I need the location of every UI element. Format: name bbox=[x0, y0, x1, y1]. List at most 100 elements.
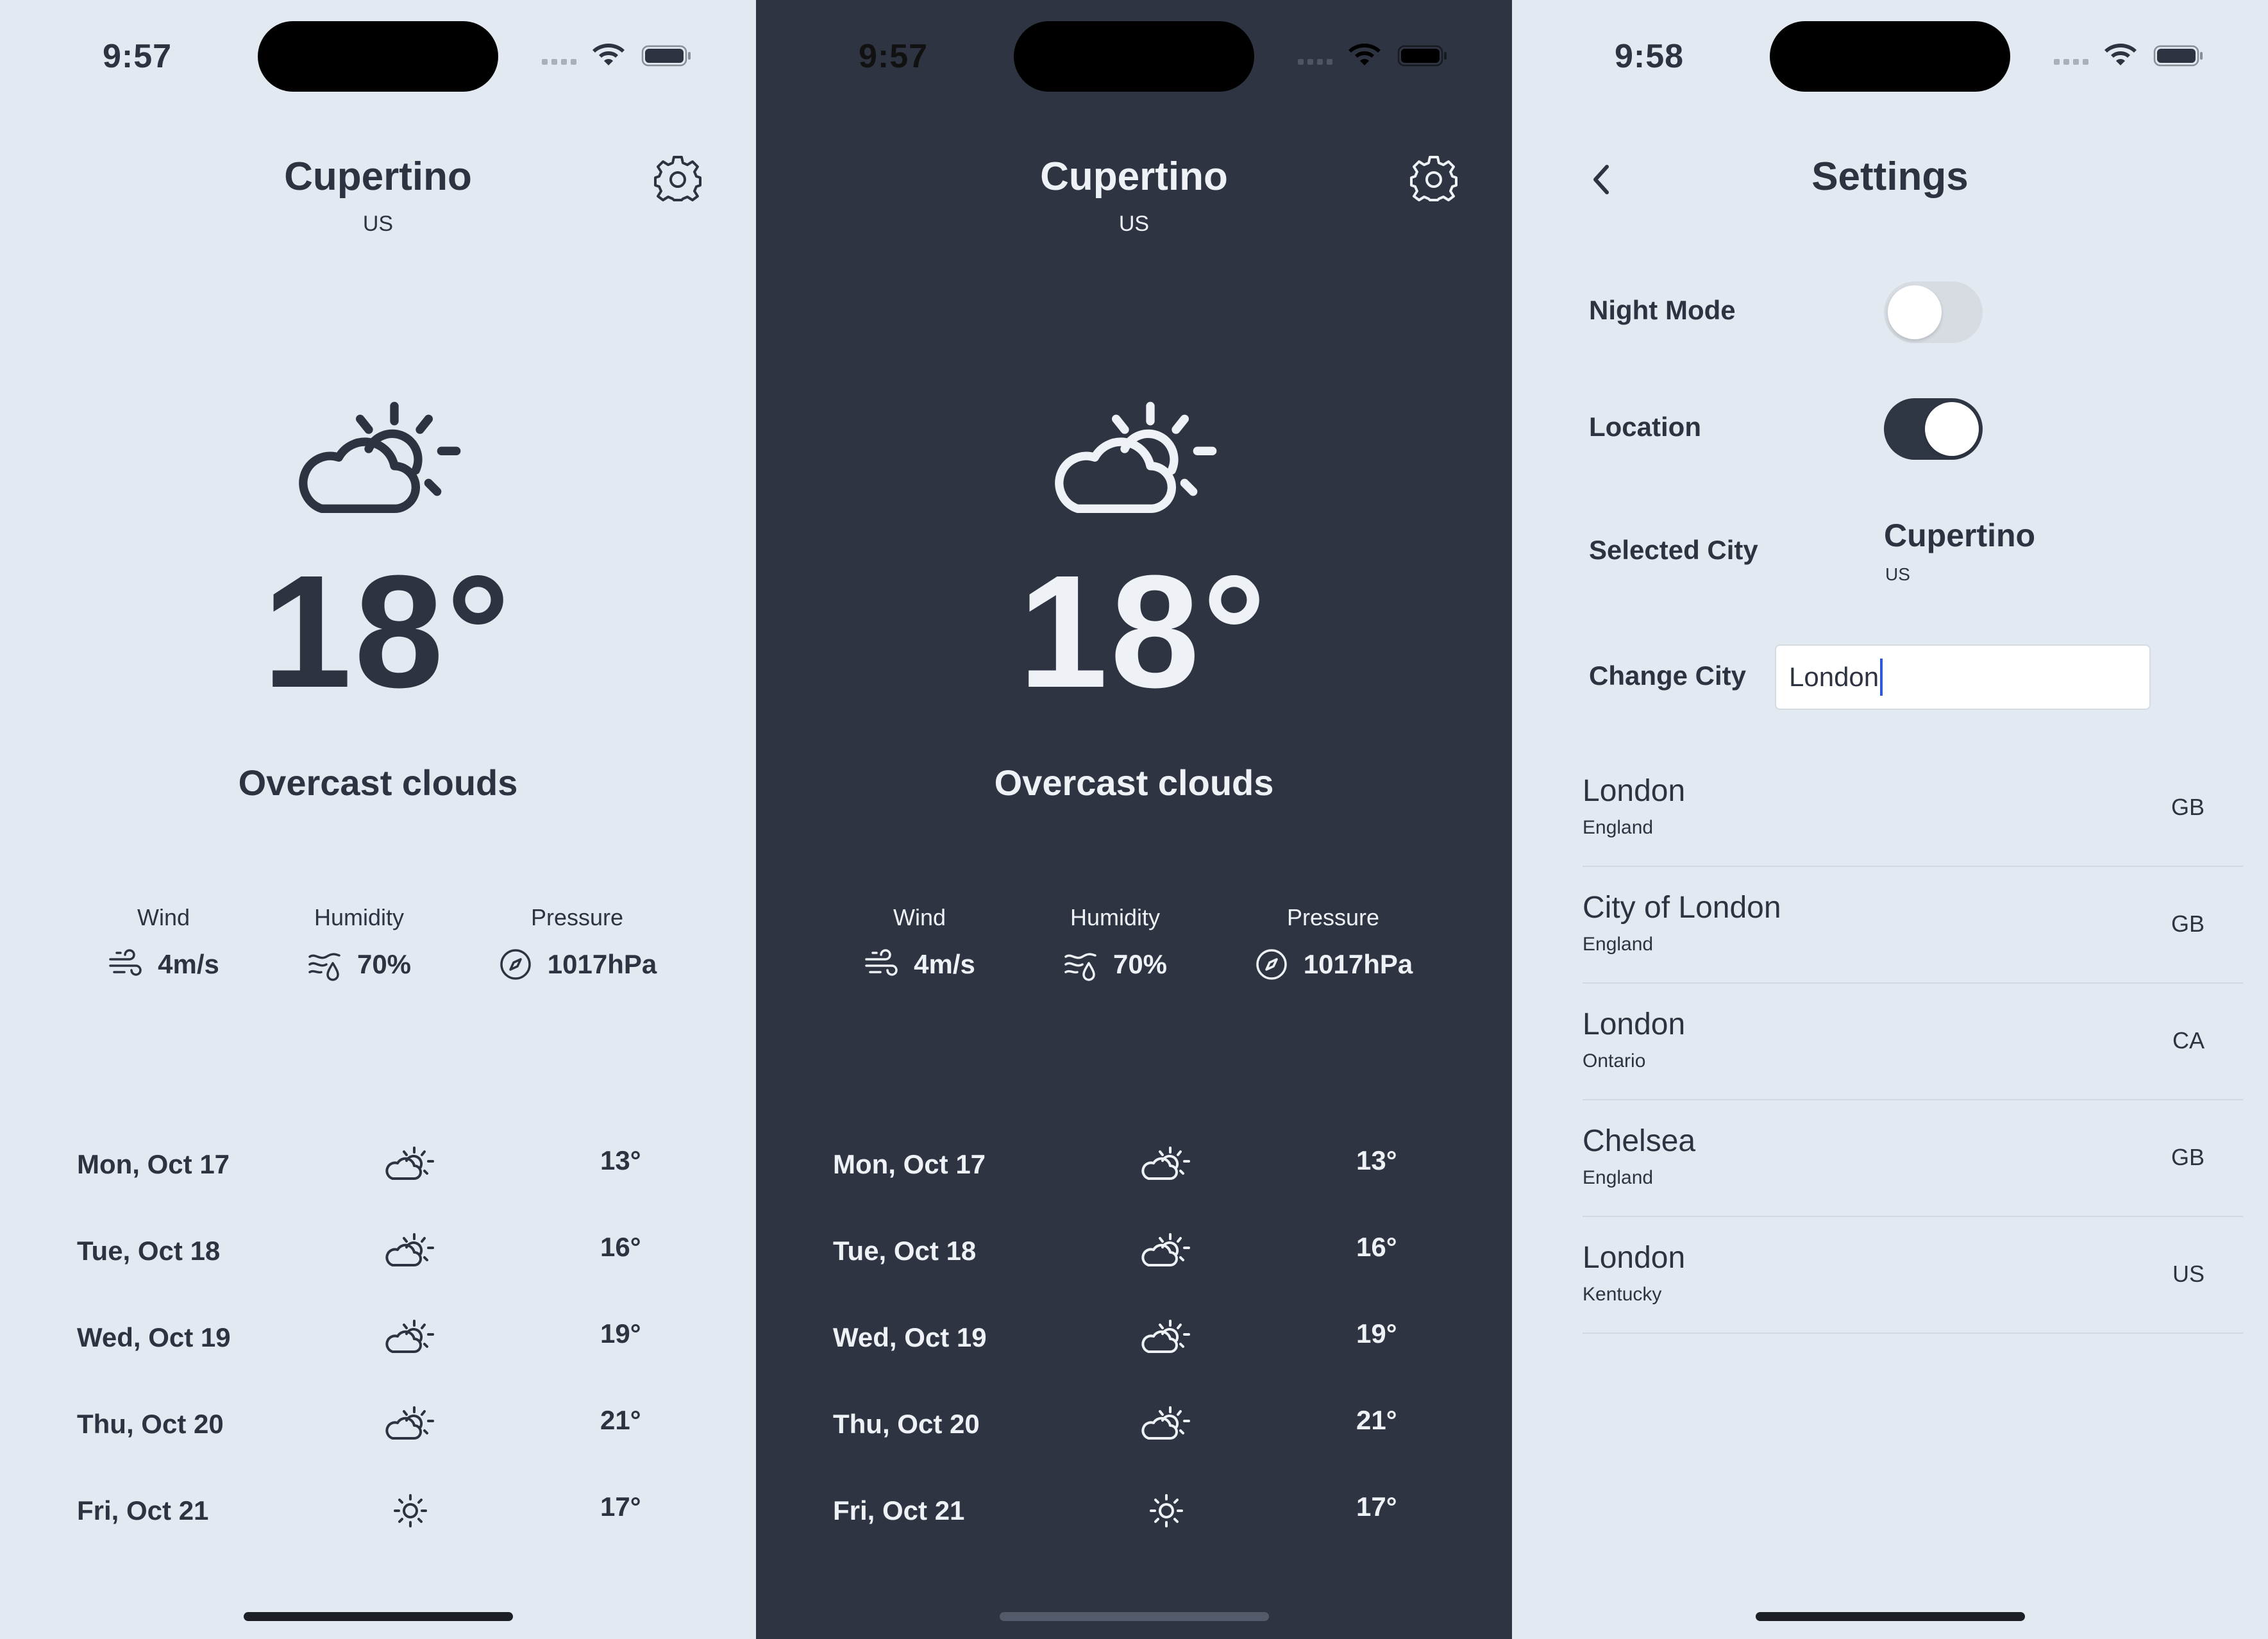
result-region: England bbox=[1583, 1167, 1654, 1188]
forecast-row: Mon, Oct 17 13° bbox=[756, 1129, 1512, 1215]
wind-icon bbox=[108, 946, 144, 982]
weather-condition: Overcast clouds bbox=[238, 762, 518, 803]
forecast-row: Thu, Oct 20 21° bbox=[0, 1388, 756, 1475]
forecast-temp: 21° bbox=[600, 1405, 641, 1435]
forecast-row: Mon, Oct 17 13° bbox=[0, 1129, 756, 1215]
humidity-stat: Humidity 70% bbox=[1051, 904, 1179, 982]
humidity-value: 70% bbox=[1113, 949, 1168, 979]
result-country-code: GB bbox=[2171, 911, 2205, 937]
selected-city-label: Selected City bbox=[1589, 535, 1758, 565]
home-indicator[interactable] bbox=[1000, 1612, 1269, 1621]
pressure-label: Pressure bbox=[530, 904, 624, 930]
partly-cloudy-icon bbox=[385, 1318, 436, 1357]
signal-icon bbox=[2054, 59, 2088, 65]
partly-cloudy-icon bbox=[1141, 1318, 1192, 1357]
humidity-stat: Humidity 70% bbox=[295, 904, 423, 982]
pressure-value: 1017hPa bbox=[1303, 949, 1413, 979]
pressure-stat: Pressure 1017hPa bbox=[1250, 904, 1416, 982]
forecast-row: Fri, Oct 21 17° bbox=[0, 1475, 756, 1561]
signal-icon bbox=[1298, 59, 1332, 65]
sun-icon bbox=[1141, 1492, 1192, 1530]
list-item[interactable]: Chelsea England GB bbox=[1583, 1100, 2243, 1217]
partly-cloudy-icon bbox=[385, 1145, 436, 1184]
list-item[interactable]: City of London England GB bbox=[1583, 867, 2243, 984]
wind-stat: Wind 4m/s bbox=[96, 904, 231, 982]
compass-icon bbox=[1254, 946, 1289, 982]
forecast-temp: 16° bbox=[600, 1232, 641, 1262]
signal-icon bbox=[542, 59, 576, 65]
weather-condition: Overcast clouds bbox=[994, 762, 1274, 803]
list-item[interactable]: London Kentucky US bbox=[1583, 1217, 2243, 1334]
wifi-icon bbox=[591, 40, 626, 67]
result-city: Chelsea bbox=[1583, 1124, 1696, 1158]
list-item[interactable]: London England GB bbox=[1583, 750, 2243, 867]
current-temperature: 18° bbox=[1018, 542, 1269, 721]
home-indicator[interactable] bbox=[244, 1612, 513, 1621]
status-time: 9:57 bbox=[859, 38, 928, 75]
forecast-row: Tue, Oct 18 16° bbox=[0, 1215, 756, 1302]
forecast-temp: 13° bbox=[1356, 1145, 1397, 1175]
location-label: Location bbox=[1589, 412, 1701, 442]
forecast-temp: 21° bbox=[1356, 1405, 1397, 1435]
forecast-list: Mon, Oct 17 13° Tue, Oct 18 16° Wed, Oct… bbox=[756, 1129, 1512, 1561]
forecast-row: Fri, Oct 21 17° bbox=[756, 1475, 1512, 1561]
sun-icon bbox=[385, 1492, 436, 1530]
wind-icon bbox=[864, 946, 900, 982]
wind-label: Wind bbox=[893, 904, 946, 930]
pressure-stat: Pressure 1017hPa bbox=[494, 904, 660, 982]
forecast-day: Wed, Oct 19 bbox=[833, 1322, 987, 1352]
partly-cloudy-icon bbox=[1048, 398, 1227, 526]
result-country-code: US bbox=[2172, 1261, 2205, 1287]
forecast-temp: 17° bbox=[600, 1492, 641, 1522]
forecast-day: Thu, Oct 20 bbox=[77, 1409, 224, 1439]
forecast-day: Mon, Oct 17 bbox=[77, 1149, 230, 1179]
humidity-label: Humidity bbox=[314, 904, 405, 930]
forecast-row: Thu, Oct 20 21° bbox=[756, 1388, 1512, 1475]
weather-screen-light: 9:57 Cupertino US 18° Overcast clouds Wi… bbox=[0, 0, 756, 1639]
result-region: England bbox=[1583, 817, 1654, 838]
forecast-temp: 19° bbox=[600, 1318, 641, 1349]
home-indicator[interactable] bbox=[1756, 1612, 2025, 1621]
wind-value: 4m/s bbox=[914, 949, 975, 979]
wind-stat: Wind 4m/s bbox=[852, 904, 987, 982]
country-code: US bbox=[362, 212, 394, 236]
page-title: Settings bbox=[1811, 155, 1969, 199]
battery-icon bbox=[1397, 44, 1449, 68]
forecast-day: Fri, Oct 21 bbox=[833, 1495, 965, 1526]
settings-gear-icon[interactable] bbox=[1410, 156, 1457, 203]
battery-icon bbox=[2153, 44, 2205, 68]
forecast-list: Mon, Oct 17 13° Tue, Oct 18 16° Wed, Oct… bbox=[0, 1129, 756, 1561]
change-city-label: Change City bbox=[1589, 660, 1747, 691]
night-mode-toggle[interactable] bbox=[1884, 282, 1983, 343]
change-city-value: London bbox=[1789, 662, 1879, 692]
screens-container: 9:57 Cupertino US 18° Overcast clouds Wi… bbox=[0, 0, 2268, 1639]
status-time: 9:57 bbox=[103, 38, 172, 75]
city-results-list: London England GB City of London England… bbox=[1583, 750, 2243, 1334]
partly-cloudy-icon bbox=[1141, 1232, 1192, 1270]
city-name: Cupertino bbox=[1040, 155, 1228, 199]
dynamic-island bbox=[1014, 21, 1254, 92]
forecast-day: Wed, Oct 19 bbox=[77, 1322, 231, 1352]
partly-cloudy-icon bbox=[385, 1405, 436, 1443]
humidity-label: Humidity bbox=[1070, 904, 1161, 930]
result-region: Kentucky bbox=[1583, 1284, 1662, 1305]
location-toggle[interactable] bbox=[1884, 398, 1983, 460]
change-city-input[interactable]: London bbox=[1775, 644, 2151, 710]
text-caret bbox=[1880, 659, 1883, 696]
compass-icon bbox=[498, 946, 533, 982]
toggle-knob bbox=[1888, 285, 1942, 339]
result-city: London bbox=[1583, 1007, 1686, 1041]
dynamic-island bbox=[1770, 21, 2010, 92]
toggle-knob bbox=[1925, 402, 1979, 456]
result-region: Ontario bbox=[1583, 1050, 1646, 1072]
wifi-icon bbox=[1347, 40, 1382, 67]
settings-screen: 9:58 Settings Night Mode Location Select… bbox=[1512, 0, 2268, 1639]
settings-gear-icon[interactable] bbox=[654, 156, 701, 203]
list-item[interactable]: London Ontario CA bbox=[1583, 984, 2243, 1100]
forecast-temp: 13° bbox=[600, 1145, 641, 1175]
partly-cloudy-icon bbox=[1141, 1405, 1192, 1443]
city-name: Cupertino bbox=[284, 155, 472, 199]
forecast-temp: 16° bbox=[1356, 1232, 1397, 1262]
selected-city-name: Cupertino bbox=[1884, 517, 2036, 553]
forecast-day: Tue, Oct 18 bbox=[77, 1236, 221, 1266]
